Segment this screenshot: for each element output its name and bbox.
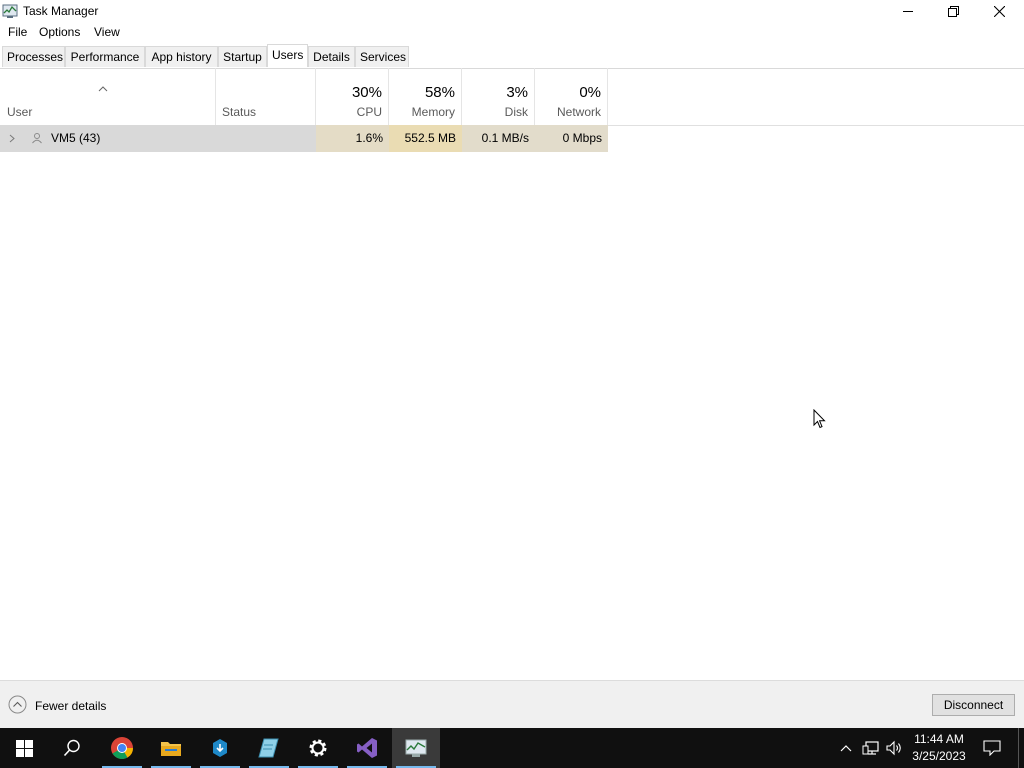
fewer-details-label: Fewer details xyxy=(35,699,107,713)
disk-value: 0.1 MB/s xyxy=(462,125,535,152)
fewer-details-button[interactable]: Fewer details xyxy=(8,695,106,717)
column-cpu[interactable]: 30% CPU xyxy=(316,68,389,125)
clock-date: 3/25/2023 xyxy=(912,749,966,763)
settings-icon[interactable] xyxy=(294,728,342,768)
network-value: 0 Mbps xyxy=(535,125,608,152)
chrome-icon[interactable] xyxy=(98,728,146,768)
column-memory-label: Memory xyxy=(411,105,455,119)
expand-chevron-icon[interactable] xyxy=(9,125,15,162)
taskbar: 11:44 AM 3/25/2023 xyxy=(0,728,1024,768)
notepad-icon[interactable] xyxy=(245,728,293,768)
network-total: 0% xyxy=(579,84,601,101)
volume-icon[interactable] xyxy=(883,728,905,768)
minimize-button[interactable] xyxy=(885,0,931,22)
menu-bar: File Options View xyxy=(0,22,1024,42)
column-status[interactable]: Status xyxy=(216,68,316,125)
start-icon[interactable] xyxy=(0,728,48,768)
tab-processes[interactable]: Processes xyxy=(2,46,65,67)
column-network-label: Network xyxy=(556,105,601,119)
tab-app-history[interactable]: App history xyxy=(145,46,218,67)
column-network[interactable]: 0% Network xyxy=(535,68,608,125)
table-row[interactable]: VM5 (43) 1.6% 552.5 MB 0.1 MB/s 0 Mbps xyxy=(0,125,608,152)
clock-time: 11:44 AM xyxy=(914,732,964,746)
file-explorer-icon[interactable] xyxy=(147,728,195,768)
tab-details[interactable]: Details xyxy=(308,46,355,67)
show-hidden-icons-chevron-icon[interactable] xyxy=(836,728,856,768)
search-icon[interactable] xyxy=(48,728,96,768)
restore-button[interactable] xyxy=(930,0,976,22)
user-name: VM5 (43) xyxy=(51,131,101,145)
column-user-label: User xyxy=(7,105,33,119)
sort-up-icon xyxy=(98,81,108,95)
tab-startup[interactable]: Startup xyxy=(218,46,267,67)
memory-total: 58% xyxy=(424,84,455,101)
user-cell: VM5 (43) xyxy=(0,125,316,152)
task-manager-icon xyxy=(2,3,18,19)
network-icon[interactable] xyxy=(860,728,882,768)
cpu-total: 30% xyxy=(351,84,382,101)
memory-value: 552.5 MB xyxy=(389,125,462,152)
tab-performance[interactable]: Performance xyxy=(65,46,145,67)
menu-file[interactable]: File xyxy=(8,25,27,39)
footer-bar: Fewer details Disconnect xyxy=(0,680,1024,729)
cpu-value: 1.6% xyxy=(316,125,389,152)
tab-strip: Processes Performance App history Startu… xyxy=(0,44,1024,69)
column-header: User Status 30% CPU 58% Memory 3% Disk 0… xyxy=(0,68,1024,126)
column-user[interactable]: User xyxy=(0,68,216,125)
collapse-circle-icon xyxy=(8,695,27,717)
taskbar-clock[interactable]: 11:44 AM 3/25/2023 xyxy=(905,731,973,765)
show-desktop-button[interactable] xyxy=(1018,728,1024,768)
column-memory[interactable]: 58% Memory xyxy=(389,68,462,125)
vs-installer-icon[interactable] xyxy=(196,728,244,768)
tab-users[interactable]: Users xyxy=(267,44,308,67)
mouse-cursor-icon xyxy=(813,408,827,432)
column-status-label: Status xyxy=(222,105,257,119)
column-disk-label: Disk xyxy=(504,105,528,119)
user-icon xyxy=(31,125,43,162)
menu-options[interactable]: Options xyxy=(39,25,80,39)
tab-services[interactable]: Services xyxy=(355,46,409,67)
disconnect-button[interactable]: Disconnect xyxy=(932,694,1015,716)
disk-total: 3% xyxy=(506,84,528,101)
visual-studio-icon[interactable] xyxy=(343,728,391,768)
menu-view[interactable]: View xyxy=(94,25,120,39)
column-disk[interactable]: 3% Disk xyxy=(462,68,535,125)
close-button[interactable] xyxy=(976,0,1022,22)
notifications-icon[interactable] xyxy=(980,728,1004,768)
column-cpu-label: CPU xyxy=(356,105,382,119)
task-manager-taskbar-icon[interactable] xyxy=(392,728,440,768)
title-bar: Task Manager xyxy=(0,0,1024,22)
window-title: Task Manager xyxy=(23,4,99,18)
